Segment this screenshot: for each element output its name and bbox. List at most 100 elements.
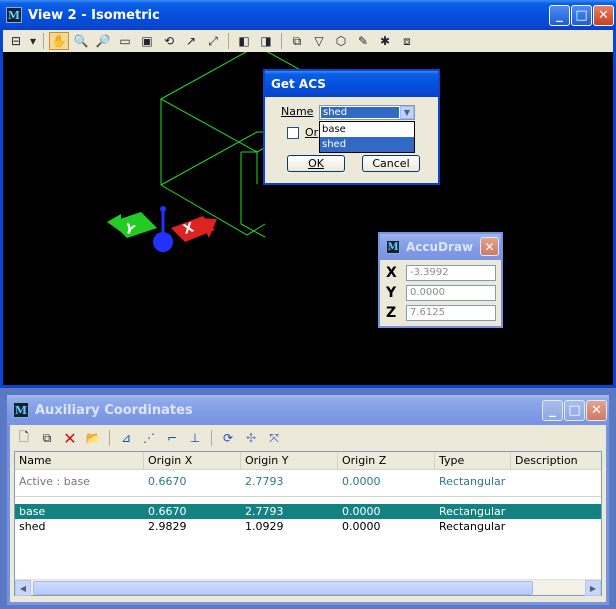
close-button[interactable]: ✕ — [593, 5, 614, 26]
cell-origin-y: 2.7793 — [245, 505, 284, 518]
column-header-name[interactable]: Name — [15, 452, 144, 470]
delete-icon[interactable]: ✕ — [60, 429, 80, 448]
clip-mask-icon[interactable]: ▽ — [309, 32, 329, 50]
get-acs-title: Get ACS — [271, 77, 326, 91]
cell-type: Rectangular — [439, 520, 506, 533]
maximize-button[interactable]: □ — [564, 400, 585, 421]
microstation-logo-icon: M — [6, 7, 22, 23]
ok-button[interactable]: OK — [287, 155, 345, 172]
acs-table: Name Origin X Origin Y Origin Z Type Des… — [14, 451, 602, 596]
origin-checkbox[interactable] — [287, 126, 299, 139]
cell-type: Rectangular — [439, 475, 506, 488]
pan-view-icon[interactable]: ↗ — [181, 32, 201, 50]
view-previous-icon[interactable]: ◧ — [234, 32, 254, 50]
acs-name-select[interactable]: shed ▼ — [319, 105, 415, 120]
cell-origin-z: 0.0000 — [342, 520, 381, 533]
accudraw-window: M AccuDraw ✕ X -3.3992 Y 0.0000 Z 7.6125 — [378, 232, 503, 328]
scroll-right-icon[interactable]: ▶ — [585, 580, 601, 596]
view2-titlebar[interactable]: M View 2 - Isometric _ □ ✕ — [0, 0, 616, 30]
scroll-left-icon[interactable]: ◀ — [15, 580, 31, 596]
chevron-down-icon[interactable]: ▾ — [28, 32, 38, 50]
active-acs-row: Active : base 0.6670 2.7793 0.0000 Recta… — [15, 474, 601, 489]
origin-option[interactable]: Or — [287, 126, 318, 139]
rotate-acs-icon[interactable]: ⟳ — [218, 429, 238, 447]
cell-origin-z: 0.0000 — [342, 475, 381, 488]
toolbar-divider — [228, 33, 229, 49]
horizontal-scrollbar[interactable]: ◀ ▶ — [15, 579, 601, 596]
accudraw-title: AccuDraw — [406, 240, 474, 254]
z-value-field[interactable]: 7.6125 — [406, 305, 496, 321]
open-folder-icon[interactable]: 📂 — [83, 429, 103, 447]
table-row[interactable]: base 0.6670 2.7793 0.0000 Rectangular — [15, 504, 601, 519]
camera-icon[interactable]: ✱ — [375, 32, 395, 50]
aux-titlebar[interactable]: M Auxiliary Coordinates _ □ ✕ — [7, 395, 609, 425]
close-button[interactable]: ✕ — [586, 400, 607, 421]
column-header-description[interactable]: Description — [511, 452, 599, 470]
y-value-field[interactable]: 0.0000 — [406, 285, 496, 301]
clip-volume-icon[interactable]: ⧉ — [287, 32, 307, 50]
display-style-icon[interactable]: ✎ — [353, 32, 373, 50]
fit-view-icon[interactable]: ▣ — [137, 32, 157, 50]
view-attributes-icon[interactable]: ⊟ — [6, 32, 26, 50]
chevron-down-icon[interactable]: ▼ — [400, 106, 414, 119]
cancel-button[interactable]: Cancel — [362, 155, 420, 172]
dropdown-option-base[interactable]: base — [320, 122, 414, 137]
define-by-reference-icon[interactable]: ⊥ — [185, 429, 205, 447]
toolbar-divider — [281, 33, 282, 49]
name-label: Name — [281, 105, 314, 118]
acs-name-dropdown: base shed — [319, 121, 415, 153]
accudraw-titlebar[interactable]: M AccuDraw ✕ — [380, 234, 501, 260]
column-header-origin-x[interactable]: Origin X — [144, 452, 241, 470]
cell-origin-x: 0.6670 — [148, 505, 187, 518]
minimize-button[interactable]: _ — [542, 400, 563, 421]
zoom-out-icon[interactable]: 🔎 — [93, 32, 113, 50]
new-acs-icon[interactable]: 🗋 — [14, 429, 34, 447]
maximize-button[interactable]: □ — [571, 5, 592, 26]
toolbar-divider — [43, 33, 44, 49]
cell-type: Rectangular — [439, 505, 506, 518]
view2-window: M View 2 - Isometric _ □ ✕ ⊟ ▾ ✋ 🔍 🔎 ▭ ▣… — [0, 0, 616, 388]
update-view-icon[interactable]: ✋ — [49, 32, 69, 50]
define-by-points-icon[interactable]: ⋰ — [139, 429, 159, 447]
cell-origin-y: 2.7793 — [245, 475, 284, 488]
copy-view-icon[interactable]: ⧈ — [397, 32, 417, 50]
cube-icon[interactable]: ⬡ — [331, 32, 351, 50]
view-toolbar: ⊟ ▾ ✋ 🔍 🔎 ▭ ▣ ⟲ ↗ ⤢ ◧ ◨ ⧉ ▽ ⬡ ✎ ✱ ⧈ — [3, 30, 613, 52]
x-value-field[interactable]: -3.3992 — [406, 265, 496, 281]
copy-acs-icon[interactable]: ⧉ — [37, 429, 57, 447]
origin-label: Or — [305, 126, 319, 139]
define-by-view-icon[interactable]: ⌐ — [162, 429, 182, 447]
cell-name: base — [19, 505, 46, 518]
move-acs-icon[interactable]: ✣ — [241, 429, 261, 447]
toolbar-divider — [109, 430, 110, 446]
table-header: Name Origin X Origin Y Origin Z Type Des… — [15, 452, 601, 470]
table-row[interactable]: shed 2.9829 1.0929 0.0000 Rectangular — [15, 519, 601, 534]
view-next-icon[interactable]: ◨ — [256, 32, 276, 50]
aux-toolbar: 🗋 ⧉ ✕ 📂 ⊿ ⋰ ⌐ ⊥ ⟳ ✣ ⤧ — [10, 425, 606, 451]
rotate-view-icon[interactable]: ⟲ — [159, 32, 179, 50]
window-area-icon[interactable]: ▭ — [115, 32, 135, 50]
define-by-element-icon[interactable]: ⊿ — [116, 429, 136, 447]
cell-origin-y: 1.0929 — [245, 520, 284, 533]
acs-triad-icon: Y X — [107, 206, 217, 252]
get-acs-titlebar[interactable]: Get ACS — [265, 71, 438, 97]
cell-origin-x: 2.9829 — [148, 520, 187, 533]
microstation-logo-icon: M — [13, 402, 29, 418]
acs-name-value: shed — [321, 107, 399, 118]
aux-title: Auxiliary Coordinates — [35, 402, 193, 418]
column-header-type[interactable]: Type — [435, 452, 511, 470]
select-acs-icon[interactable]: ⤧ — [264, 429, 284, 447]
walk-icon[interactable]: ⤢ — [203, 32, 223, 50]
zoom-in-icon[interactable]: 🔍 — [71, 32, 91, 50]
scroll-thumb[interactable] — [33, 581, 533, 595]
minimize-button[interactable]: _ — [549, 5, 570, 26]
cell-origin-x: 0.6670 — [148, 475, 187, 488]
close-button[interactable]: ✕ — [480, 237, 499, 256]
column-header-origin-y[interactable]: Origin Y — [241, 452, 338, 470]
microstation-logo-icon: M — [386, 240, 400, 254]
x-axis-label: X — [386, 265, 397, 281]
column-header-origin-z[interactable]: Origin Z — [338, 452, 435, 470]
z-axis-label: Z — [386, 305, 397, 321]
dropdown-option-shed[interactable]: shed — [320, 137, 414, 152]
auxiliary-coordinates-window: M Auxiliary Coordinates _ □ ✕ 🗋 ⧉ ✕ 📂 ⊿ … — [7, 395, 609, 605]
